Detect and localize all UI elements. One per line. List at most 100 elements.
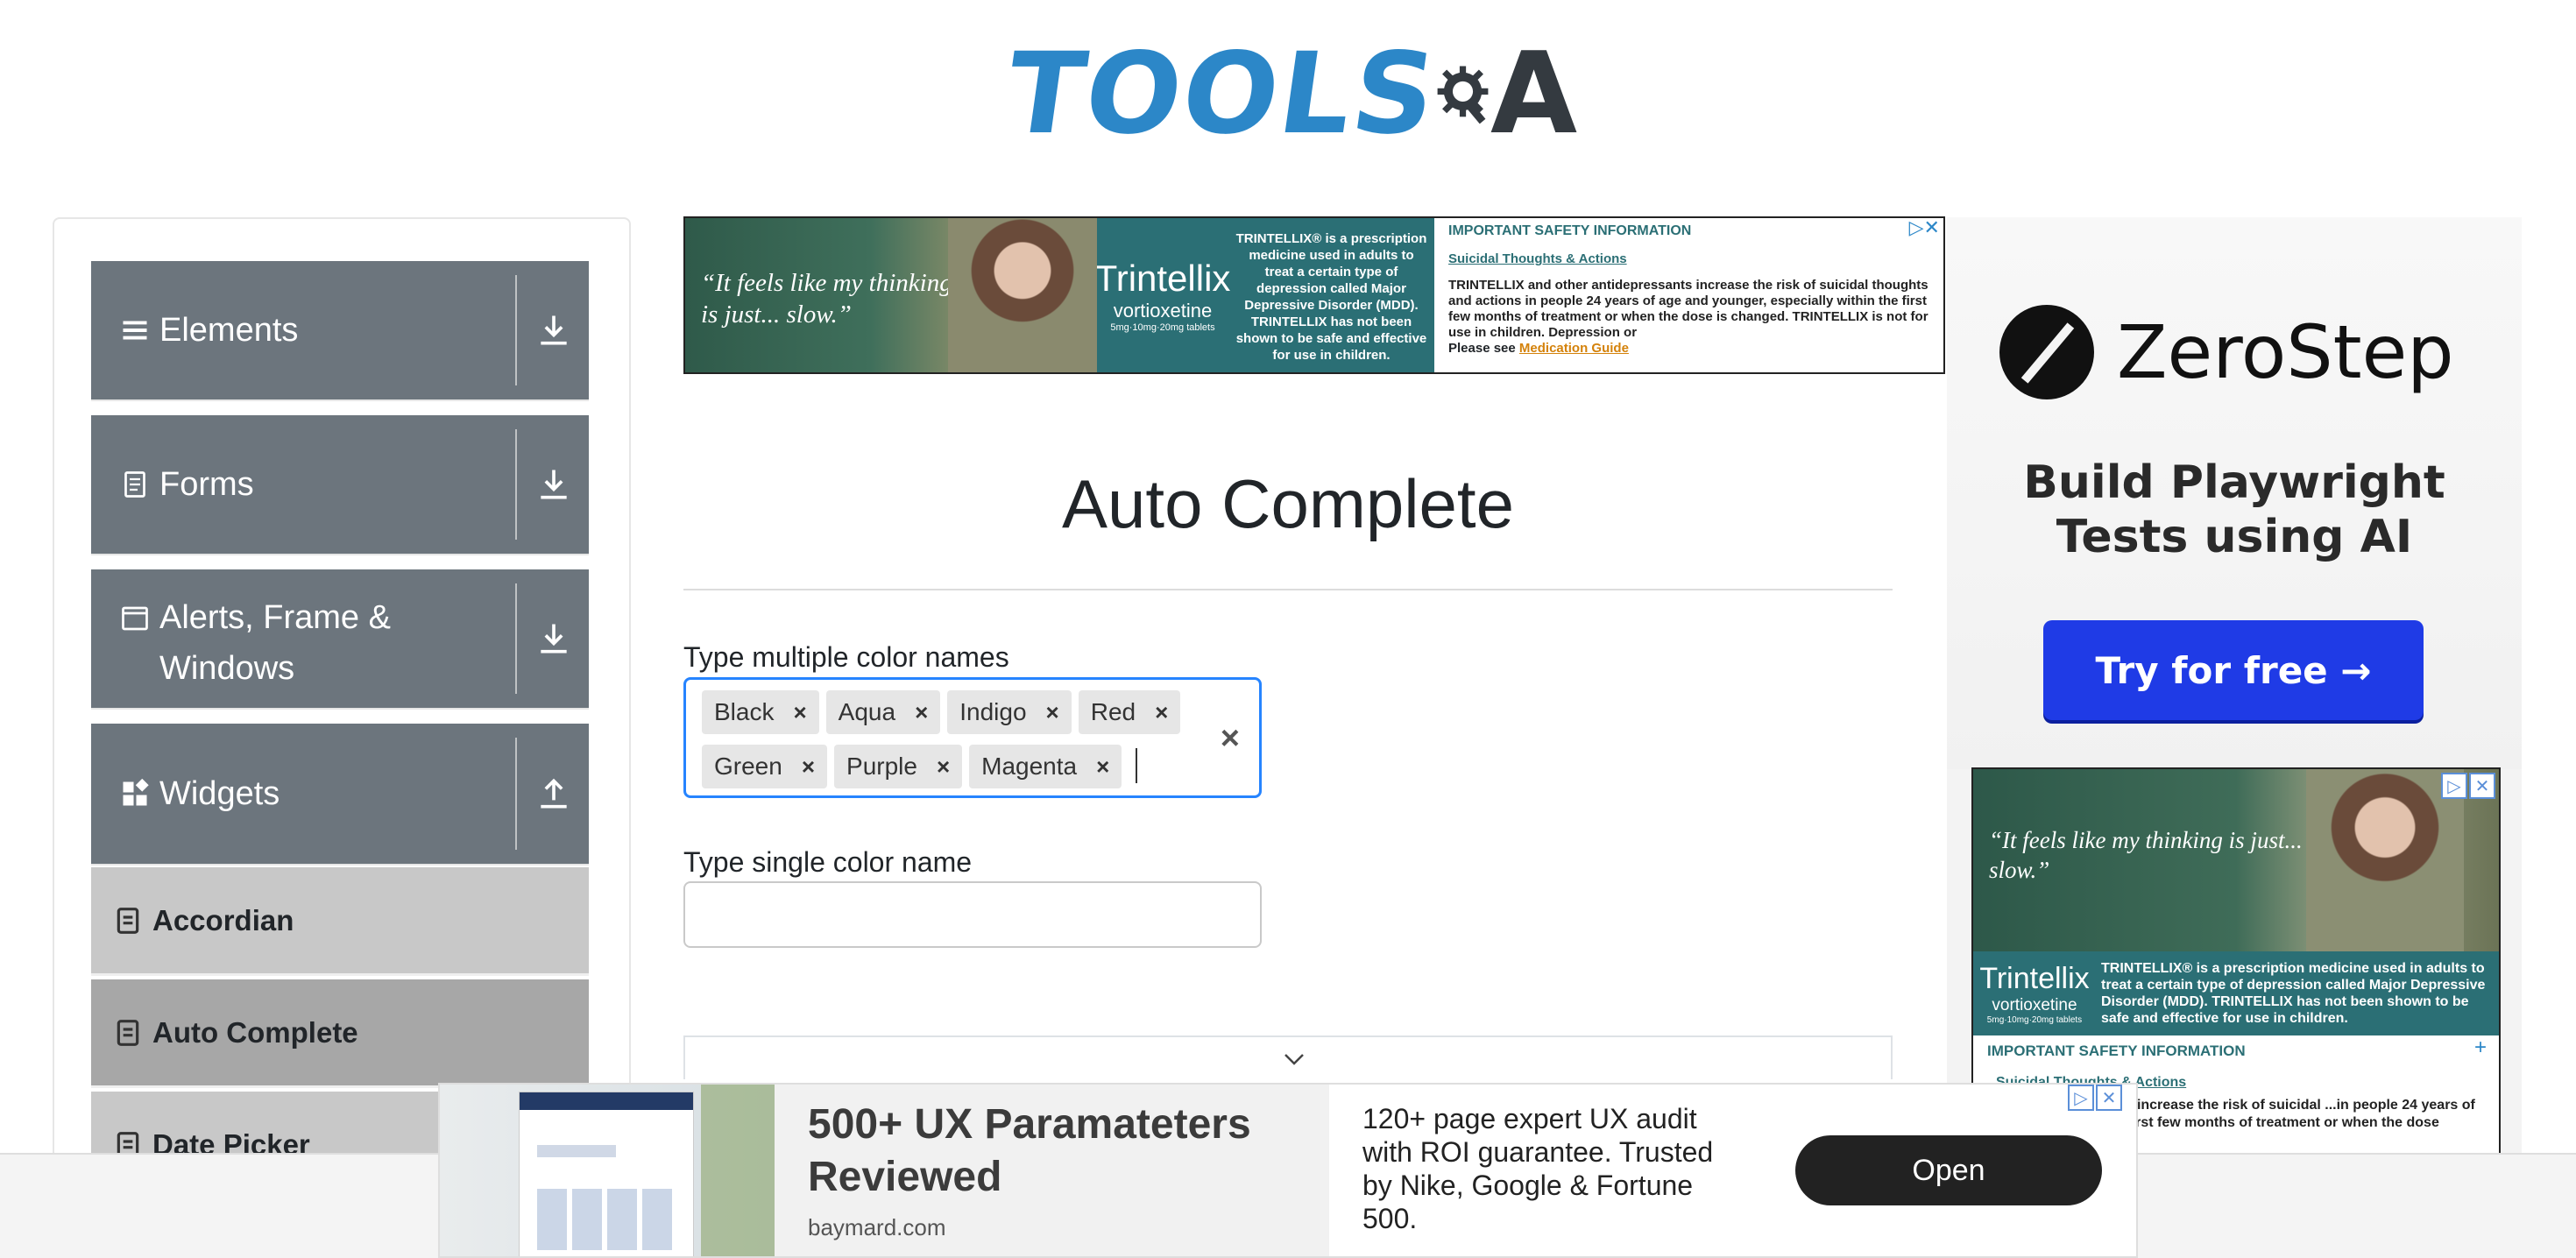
ad-thumbnail-image [440,1085,775,1256]
gear-search-icon [1437,66,1489,124]
chip-label: Black [714,698,775,725]
remove-chip-icon[interactable]: × [802,753,815,781]
single-color-input[interactable] [683,881,1262,948]
sidebar-group-label: Forms [159,466,254,503]
color-chip: Green × [702,745,828,788]
ad-brand-name: Trintellix [1979,962,2090,995]
ad-brand-name: Trintellix [1094,258,1231,299]
sidebar-group-label: Widgets [159,775,280,812]
close-icon[interactable]: ✕ [2469,773,2495,799]
ad-copy-panel: 120+ page expert UX audit with ROI guara… [1329,1085,2136,1256]
adchoices-icon[interactable]: ▷ [2068,1085,2094,1111]
ad-photo: “It feels like my thinking is just... sl… [1973,769,2499,951]
bottom-ad-banner[interactable]: 500+ UX Paramateters Reviewed baymard.co… [438,1083,2138,1258]
isi-body: TRINTELLIX and other antidepressants inc… [1448,278,1928,340]
remove-chip-icon[interactable]: × [937,753,950,781]
adchoices-controls[interactable]: ▷ ✕ [2068,1085,2122,1111]
zerostep-ad[interactable]: ZeroStep Build Playwright Tests using AI… [1947,217,2522,769]
ad-headline: 500+ UX Paramateters Reviewed [808,1101,1251,1200]
chip-label: Indigo [959,698,1027,725]
color-chip: Aqua × [825,690,941,734]
isi-title: IMPORTANT SAFETY INFORMATION [1987,1042,2246,1059]
try-for-free-button[interactable]: Try for free → [2043,620,2424,720]
logo-text: TOOLS [998,29,1446,159]
remove-chip-icon[interactable]: × [1096,753,1109,781]
ad-domain: baymard.com [808,1214,946,1240]
chip-label: Green [714,753,782,780]
adchoices-controls[interactable]: ▷ ✕ [2441,773,2495,799]
document-icon [124,471,145,498]
multi-color-label: Type multiple color names [683,641,1009,673]
sidebar-group-forms[interactable]: Forms [91,415,589,555]
sidebar-group-elements[interactable]: Elements [91,261,589,401]
group-divider [515,429,517,540]
color-chip: Black × [702,690,819,734]
zerostep-name: ZeroStep [2117,309,2454,395]
open-button[interactable]: Open [1795,1135,2102,1205]
expand-icon[interactable]: + [2474,1037,2487,1058]
zerostep-tagline: Build Playwright Tests using AI [1947,456,2522,564]
group-divider [515,583,517,694]
sidebar-group-alerts[interactable]: Alerts, Frame & Windows [91,569,589,710]
ad-safety-info: IMPORTANT SAFETY INFORMATION Suicidal Th… [1434,218,1943,372]
sidebar-group-label: Elements [159,312,299,349]
color-chip: Red × [1078,690,1181,734]
sidebar-group-label: Alerts, Frame & [159,599,391,636]
ad-brand-text: TRINTELLIX® is a prescription medicine u… [1235,231,1427,363]
sidebar-group-label-line2: Windows [159,650,295,687]
file-icon [117,907,139,934]
sidebar-group-widgets[interactable]: Widgets [91,724,589,866]
page-title: Auto Complete [1062,465,1514,542]
ad-person-image [948,218,1097,372]
upload-icon[interactable] [534,774,573,813]
chip-label: Magenta [981,753,1078,780]
chip-label: Aqua [838,698,896,725]
ad-brand-text: TRINTELLIX® is a prescription medicine u… [2101,961,2486,1026]
close-icon[interactable]: ✕ [2096,1085,2122,1111]
ad-brand-panel: Trintellix vortioxetine 5mg·10mg·20mg ta… [1094,218,1434,372]
download-icon[interactable] [534,465,573,504]
isi-title: IMPORTANT SAFETY INFORMATION [1448,223,1692,238]
ad-brand-dose: 5mg·10mg·20mg tablets [1110,322,1215,333]
window-icon [122,606,148,631]
widgets-icon [123,778,149,806]
adchoices-icon[interactable]: ▷ [2441,773,2467,799]
isi-subtitle-link[interactable]: Suicidal Thoughts & Actions [1448,251,1929,267]
chip-label: Purple [846,753,917,780]
ad-brand-sub: vortioxetine [1113,300,1213,322]
remove-chip-icon[interactable]: × [793,699,806,726]
list-icon [123,321,147,340]
toolsqa-logo[interactable]: TOOLS A [999,25,1577,165]
color-chip: Indigo × [947,690,1072,734]
chip-list: Black × Aqua × Indigo × Red × Green × Purple ×… [702,687,1192,795]
color-chip: Purple × [834,745,963,788]
ad-brand-dose: 5mg·10mg·20mg tablets [1986,1015,2083,1025]
collapsed-panel[interactable] [683,1035,1893,1079]
file-icon [117,1019,139,1046]
tagline-line2: Tests using AI [2056,511,2413,563]
remove-chip-icon[interactable]: × [1046,699,1059,726]
clear-all-icon[interactable]: × [1221,720,1240,758]
sidebar-item-auto-complete[interactable]: Auto Complete [91,979,589,1088]
download-icon[interactable] [534,619,573,658]
chevron-down-icon[interactable] [1281,1046,1307,1072]
sidebar-item-accordian[interactable]: Accordian [91,867,589,976]
color-chip: Magenta × [969,745,1122,788]
tagline-line1: Build Playwright [2023,456,2445,509]
ad-quote: “It feels like my thinking is just... sl… [1989,827,2303,883]
remove-chip-icon[interactable]: × [1155,699,1168,726]
ad-brand-panel: Trintellix vortioxetine 5mg·10mg·20mg ta… [1973,951,2499,1035]
chip-label: Red [1090,698,1136,725]
adchoices-icon[interactable]: ▷✕ [1909,218,1940,237]
logo-text-end: A [1490,29,1577,159]
medication-guide-link[interactable]: Medication Guide [1519,341,1629,356]
zerostep-logo: ZeroStep [1999,305,2454,399]
ad-copy: 120+ page expert UX audit with ROI guara… [1362,1103,1714,1234]
remove-chip-icon[interactable]: × [915,699,928,726]
ad-photo: “It feels like my thinking is just... sl… [685,218,1097,372]
sidebar-item-label: Auto Complete [152,1015,358,1049]
ad-person-image [2306,769,2464,951]
top-ad-banner[interactable]: “It feels like my thinking is just... sl… [683,216,1945,374]
multi-color-input[interactable]: Black × Aqua × Indigo × Red × Green × Purple ×… [683,677,1262,798]
download-icon[interactable] [534,311,573,350]
